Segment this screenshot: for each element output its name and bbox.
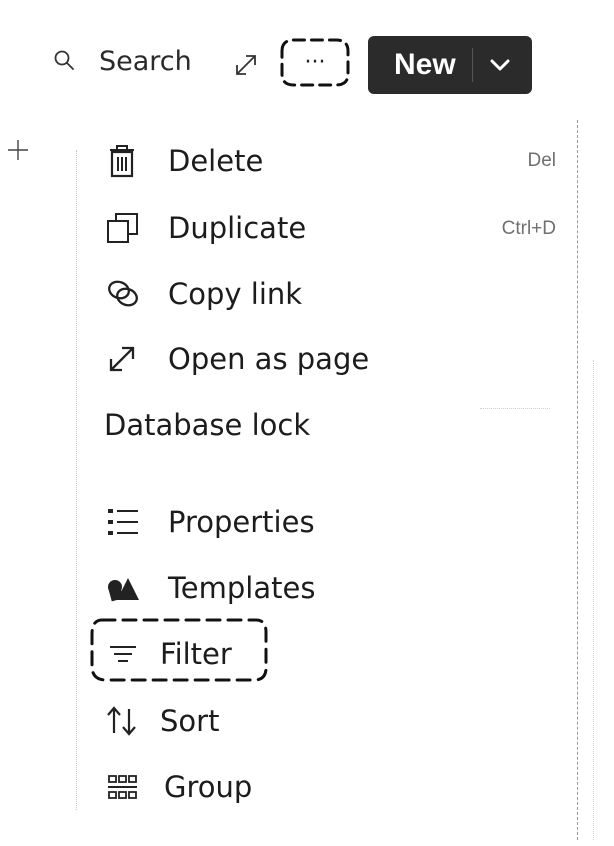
menu-item-properties[interactable]: Properties <box>104 497 315 547</box>
menu-item-label: Sort <box>160 704 220 738</box>
menu-item-database-lock[interactable]: Database lock <box>104 400 310 450</box>
more-options-button[interactable]: ··· <box>270 35 360 90</box>
list-icon <box>104 502 146 542</box>
menu-item-open-as-page[interactable]: Open as page <box>104 334 369 384</box>
menu-item-label: Delete <box>168 144 264 178</box>
menu-item-copy-link[interactable]: Copy link <box>104 269 302 319</box>
top-toolbar: Search ··· New <box>0 0 614 110</box>
duplicate-icon <box>104 208 146 248</box>
shapes-icon <box>104 568 146 608</box>
menu-item-label: Database lock <box>104 408 311 442</box>
menu-right-border <box>577 120 578 840</box>
menu-item-sort[interactable]: Sort <box>104 696 219 746</box>
menu-item-label: Group <box>164 770 253 804</box>
chevron-down-icon[interactable] <box>486 52 514 78</box>
menu-item-label: Templates <box>168 571 316 605</box>
menu-item-templates[interactable]: Templates <box>104 563 315 613</box>
search-button-label[interactable]: Search <box>99 44 192 80</box>
menu-item-label: Properties <box>168 505 315 539</box>
duplicate-shortcut: Ctrl+D <box>501 218 556 239</box>
new-button-divider <box>472 48 473 82</box>
filter-icon <box>104 634 146 674</box>
expand-diagonal-icon[interactable] <box>231 51 261 79</box>
group-grid-icon <box>104 767 146 807</box>
sort-arrows-icon <box>104 701 146 741</box>
trash-icon <box>104 141 146 181</box>
new-button[interactable]: New <box>368 36 532 94</box>
plus-icon[interactable] <box>4 136 32 164</box>
menu-item-label: Copy link <box>168 277 303 311</box>
scroll-edge <box>593 360 594 840</box>
menu-item-label: Open as page <box>168 342 370 376</box>
menu-left-border <box>76 150 77 810</box>
faint-separator <box>480 408 550 423</box>
more-dots-icon: ··· <box>305 50 326 75</box>
menu-item-filter[interactable]: Filter <box>104 629 232 679</box>
menu-item-label: Duplicate <box>168 211 307 245</box>
menu-item-delete[interactable]: Delete <box>104 136 263 186</box>
new-button-label: New <box>394 48 456 81</box>
menu-item-group[interactable]: Group <box>104 762 252 812</box>
delete-shortcut: Del <box>527 150 556 171</box>
search-icon[interactable] <box>52 48 78 74</box>
link-icon <box>104 274 146 314</box>
menu-item-duplicate[interactable]: Duplicate <box>104 203 306 253</box>
menu-item-label: Filter <box>160 637 232 671</box>
open-diagonal-icon <box>104 339 146 379</box>
